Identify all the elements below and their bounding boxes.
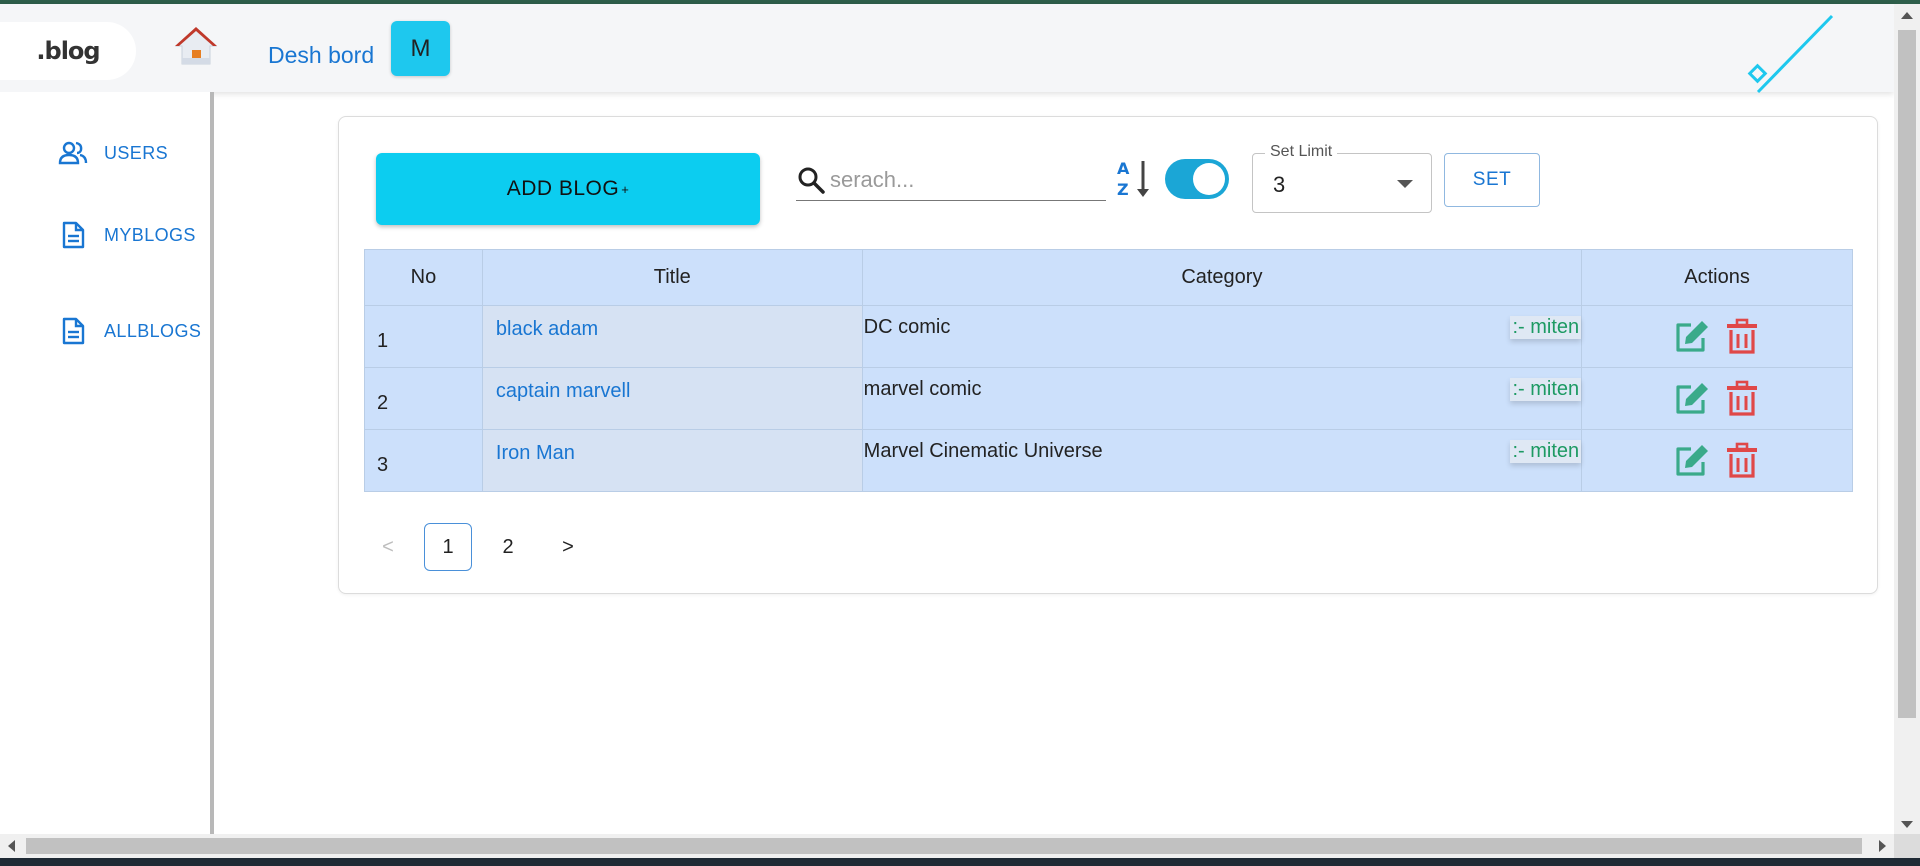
vertical-scroll-thumb[interactable] bbox=[1898, 30, 1916, 718]
scroll-left-icon[interactable] bbox=[8, 840, 15, 852]
pagination: < 1 2 > bbox=[364, 523, 604, 571]
author-chip: :- miten bbox=[1510, 316, 1582, 339]
row-number: 1 bbox=[364, 305, 483, 368]
logo[interactable]: .blog bbox=[0, 22, 136, 80]
document-icon bbox=[62, 221, 85, 249]
set-limit-value: 3 bbox=[1273, 172, 1286, 197]
taskbar-strip bbox=[0, 858, 1920, 866]
sidebar: USERS MYBLOGS ALLBLOGS bbox=[0, 92, 214, 834]
set-button[interactable]: SET bbox=[1444, 153, 1540, 207]
document-icon bbox=[62, 317, 85, 345]
users-icon bbox=[58, 141, 88, 165]
scroll-up-icon[interactable] bbox=[1901, 12, 1913, 19]
scroll-down-icon[interactable] bbox=[1901, 821, 1913, 828]
page-2-button[interactable]: 2 bbox=[484, 523, 532, 571]
header-no: No bbox=[364, 249, 483, 306]
category-text: marvel comic bbox=[863, 378, 982, 400]
scroll-right-icon[interactable] bbox=[1879, 840, 1886, 852]
plus-sup: + bbox=[621, 181, 630, 197]
actions-cell bbox=[1581, 429, 1853, 492]
sidebar-item-label: USERS bbox=[104, 142, 169, 163]
blog-title-link[interactable]: captain marvell bbox=[481, 367, 863, 430]
search-input[interactable] bbox=[830, 166, 1090, 193]
actions-cell bbox=[1581, 305, 1853, 368]
header-category: Category bbox=[861, 249, 1583, 306]
delete-icon[interactable] bbox=[1723, 318, 1761, 356]
table-row: 2 captain marvell marvel comic :- miten bbox=[364, 367, 1853, 430]
avatar[interactable]: M bbox=[391, 21, 450, 76]
header-actions: Actions bbox=[1581, 249, 1853, 306]
edit-icon[interactable] bbox=[1673, 442, 1711, 480]
set-limit-label: Set Limit bbox=[1265, 143, 1338, 161]
table-row: 1 black adam DC comic :- miten bbox=[364, 305, 1853, 368]
page-1-button[interactable]: 1 bbox=[424, 523, 472, 571]
svg-text:Z: Z bbox=[1117, 180, 1129, 199]
edit-icon[interactable] bbox=[1673, 380, 1711, 418]
search-icon bbox=[798, 167, 825, 194]
horizontal-scroll-thumb[interactable] bbox=[26, 838, 1862, 854]
scrollbar-corner bbox=[1894, 834, 1920, 858]
sidebar-item-label: ALLBLOGS bbox=[104, 320, 202, 341]
author-chip: :- miten bbox=[1510, 440, 1582, 463]
app-header: .blog Desh bord M bbox=[0, 4, 1894, 94]
category-text: Marvel Cinematic Universe bbox=[863, 440, 1103, 462]
next-page-button[interactable]: > bbox=[544, 523, 592, 571]
home-icon[interactable] bbox=[174, 24, 218, 68]
actions-cell bbox=[1581, 367, 1853, 430]
add-blog-button[interactable]: ADD BLOG + bbox=[376, 153, 760, 225]
delete-icon[interactable] bbox=[1723, 442, 1761, 480]
row-number: 2 bbox=[364, 367, 483, 430]
row-number: 3 bbox=[364, 429, 483, 492]
sidebar-item-myblogs[interactable]: MYBLOGS bbox=[58, 220, 196, 250]
blogs-card: ADD BLOG+ A Z Set Limit 3 SET No Title C… bbox=[338, 116, 1878, 594]
sidebar-item-allblogs[interactable]: ALLBLOGS bbox=[58, 316, 201, 346]
add-blog-label: ADD BLOG bbox=[506, 177, 620, 200]
sidebar-item-label: MYBLOGS bbox=[104, 224, 196, 245]
toggle-knob bbox=[1193, 163, 1225, 195]
category-text: DC comic bbox=[863, 316, 951, 338]
search-field bbox=[796, 159, 1106, 201]
delete-icon[interactable] bbox=[1723, 380, 1761, 418]
blogs-table: No Title Category Actions 1 black adam D… bbox=[364, 249, 1853, 492]
svg-text:A: A bbox=[1117, 159, 1130, 178]
blog-title-link[interactable]: black adam bbox=[481, 305, 863, 368]
prev-page-button[interactable]: < bbox=[364, 523, 412, 571]
category-cell: marvel comic :- miten bbox=[861, 367, 1583, 430]
sidebar-item-users[interactable]: USERS bbox=[58, 138, 168, 168]
chevron-down-icon bbox=[1397, 180, 1413, 188]
edit-icon[interactable] bbox=[1673, 318, 1711, 356]
sort-az-icon[interactable]: A Z bbox=[1114, 157, 1158, 201]
category-cell: Marvel Cinematic Universe :- miten bbox=[861, 429, 1583, 492]
dashboard-link[interactable]: Desh bord bbox=[268, 42, 374, 69]
set-limit-select[interactable]: Set Limit 3 bbox=[1252, 143, 1432, 213]
table-header-row: No Title Category Actions bbox=[364, 249, 1853, 306]
header-title: Title bbox=[481, 249, 863, 306]
category-cell: DC comic :- miten bbox=[861, 305, 1583, 368]
blog-title-link[interactable]: Iron Man bbox=[481, 429, 863, 492]
author-chip: :- miten bbox=[1510, 378, 1582, 401]
sort-toggle[interactable] bbox=[1165, 159, 1229, 199]
vertical-scrollbar[interactable] bbox=[1894, 4, 1920, 834]
horizontal-scrollbar[interactable] bbox=[0, 834, 1894, 858]
table-row: 3 Iron Man Marvel Cinematic Universe :- … bbox=[364, 429, 1853, 492]
decorative-line-icon bbox=[1747, 14, 1834, 94]
